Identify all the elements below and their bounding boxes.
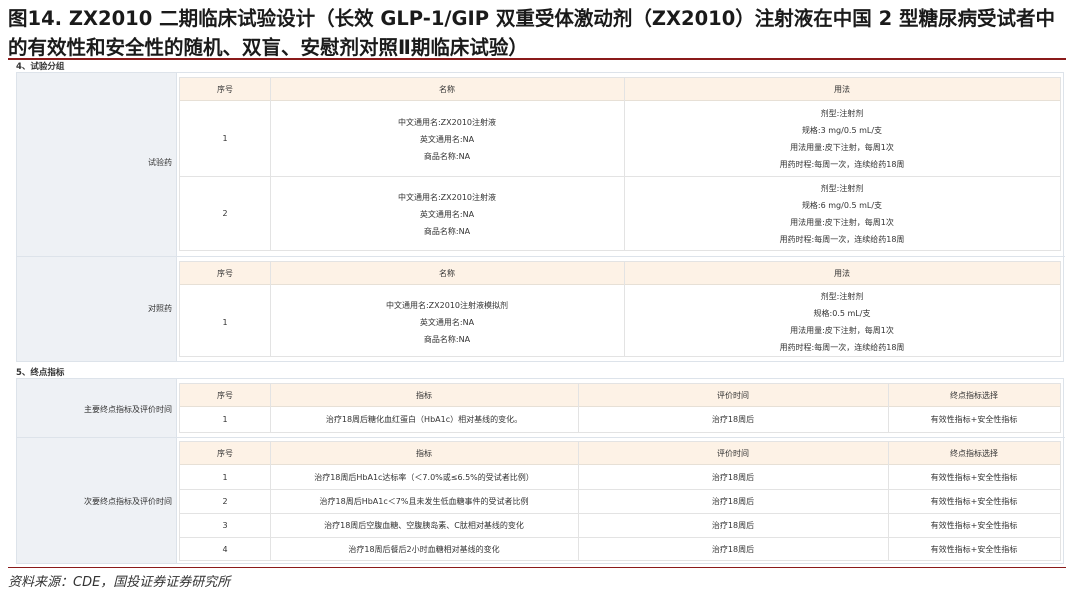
- header-usage: 用法: [834, 85, 850, 94]
- header-no: 序号: [217, 269, 233, 278]
- name-line: 商品名称:NA: [423, 227, 471, 236]
- usage-line: 用药时程:每周一次，连续给药18周: [779, 160, 905, 169]
- primary-endpoint-table: 序号 指标 评价时间 终点指标选择 1 治疗18周后糖化血红蛋白（HbA1c）相…: [179, 383, 1061, 433]
- name-line: 商品名称:NA: [423, 335, 471, 344]
- row-indicator: 治疗18周后HbA1c达标率（＜7.0%或≤6.5%的受试者比例）: [314, 473, 534, 482]
- row-time: 治疗18周后: [711, 415, 755, 424]
- row-no: 2: [222, 497, 228, 506]
- row-choice: 有效性指标+安全性指标: [930, 521, 1018, 530]
- name-line: 中文通用名:ZX2010注射液: [397, 118, 496, 127]
- row-time: 治疗18周后: [711, 473, 755, 482]
- header-indicator: 指标: [416, 449, 432, 458]
- primary-endpoint-label: 主要终点指标及评价时间: [84, 405, 172, 414]
- header-name: 名称: [439, 269, 455, 278]
- name-line: 商品名称:NA: [423, 152, 471, 161]
- table-header: 序号 名称 用法: [180, 262, 1060, 285]
- endpoint-divider: [17, 437, 1065, 438]
- usage-line: 剂型:注射剂: [820, 292, 864, 301]
- row-no: 1: [222, 473, 228, 482]
- header-time: 评价时间: [717, 391, 749, 400]
- endpoints-left-column: 主要终点指标及评价时间 次要终点指标及评价时间: [17, 379, 177, 563]
- header-no: 序号: [217, 391, 233, 400]
- row-no: 3: [222, 521, 228, 530]
- control-drug-label: 对照药: [148, 304, 172, 313]
- row-indicator: 治疗18周后空腹血糖、空腹胰岛素、C肽相对基线的变化: [324, 521, 524, 530]
- footer-rule: [8, 567, 1066, 568]
- header-indicator: 指标: [416, 391, 432, 400]
- row-no: 1: [222, 415, 228, 424]
- table-header: 序号 指标 评价时间 终点指标选择: [180, 384, 1060, 407]
- table-header: 序号 指标 评价时间 终点指标选择: [180, 442, 1060, 465]
- test-drug-label: 试验药: [148, 158, 172, 167]
- usage-line: 规格:6 mg/0.5 mL/支: [801, 201, 883, 210]
- secondary-endpoint-table: 序号 指标 评价时间 终点指标选择 1 治疗18周后HbA1c达标率（＜7.0%…: [179, 441, 1061, 561]
- usage-line: 用药时程:每周一次，连续给药18周: [779, 235, 905, 244]
- header-name: 名称: [439, 85, 455, 94]
- row-no: 1: [222, 134, 228, 143]
- groups-left-column: 试验药 对照药: [17, 73, 177, 361]
- row-choice: 有效性指标+安全性指标: [930, 415, 1018, 424]
- row-choice: 有效性指标+安全性指标: [930, 497, 1018, 506]
- group-divider: [17, 256, 1065, 257]
- header-no: 序号: [217, 85, 233, 94]
- usage-line: 用法用量:皮下注射，每周1次: [790, 326, 894, 335]
- name-line: 中文通用名:ZX2010注射液模拟剂: [385, 301, 508, 310]
- source-note: 资料来源：CDE，国投证券证券研究所: [8, 575, 231, 590]
- row-indicator: 治疗18周后餐后2小时血糖相对基线的变化: [348, 545, 500, 554]
- section-label-groups: 4、试验分组: [16, 62, 65, 72]
- endpoints-block: 主要终点指标及评价时间 次要终点指标及评价时间 序号 指标 评价时间 终点指标选…: [16, 378, 1065, 564]
- usage-line: 用药时程:每周一次，连续给药18周: [779, 343, 905, 352]
- row-time: 治疗18周后: [711, 521, 755, 530]
- header-no: 序号: [217, 449, 233, 458]
- name-line: 英文通用名:NA: [419, 318, 475, 327]
- row-indicator: 治疗18周后糖化血红蛋白（HbA1c）相对基线的变化。: [325, 415, 523, 424]
- test-drug-table: 序号 名称 用法 1 中文通用名:ZX2010注射液 英文通用名:NA 商品名称…: [179, 77, 1061, 251]
- row-no: 2: [222, 209, 228, 218]
- usage-line: 用法用量:皮下注射，每周1次: [790, 143, 894, 152]
- control-drug-table: 序号 名称 用法 1 中文通用名:ZX2010注射液模拟剂 英文通用名:NA 商…: [179, 261, 1061, 357]
- row-no: 1: [222, 318, 228, 327]
- row-choice: 有效性指标+安全性指标: [930, 473, 1018, 482]
- figure-title: 图14. ZX2010 二期临床试验设计（长效 GLP-1/GIP 双重受体激动…: [8, 7, 1055, 59]
- usage-line: 剂型:注射剂: [820, 184, 864, 193]
- title-rule: [8, 58, 1066, 60]
- table-header: 序号 名称 用法: [180, 78, 1060, 101]
- row-no: 4: [222, 545, 228, 554]
- usage-line: 规格:0.5 mL/支: [813, 309, 871, 318]
- row-choice: 有效性指标+安全性指标: [930, 545, 1018, 554]
- usage-line: 剂型:注射剂: [820, 109, 864, 118]
- header-choice: 终点指标选择: [950, 449, 998, 458]
- name-line: 英文通用名:NA: [419, 210, 475, 219]
- secondary-endpoint-label: 次要终点指标及评价时间: [84, 497, 172, 506]
- groups-block: 试验药 对照药 序号 名称 用法 1 中文通用名:ZX2010注射液 英文通用名…: [16, 72, 1065, 362]
- header-usage: 用法: [834, 269, 850, 278]
- usage-line: 用法用量:皮下注射，每周1次: [790, 218, 894, 227]
- name-line: 英文通用名:NA: [419, 135, 475, 144]
- header-choice: 终点指标选择: [950, 391, 998, 400]
- row-time: 治疗18周后: [711, 497, 755, 506]
- header-time: 评价时间: [717, 449, 749, 458]
- row-time: 治疗18周后: [711, 545, 755, 554]
- name-line: 中文通用名:ZX2010注射液: [397, 193, 496, 202]
- row-indicator: 治疗18周后HbA1c＜7%且未发生低血糖事件的受试者比例: [319, 497, 529, 506]
- usage-line: 规格:3 mg/0.5 mL/支: [801, 126, 883, 135]
- section-label-endpoints: 5、终点指标: [16, 368, 65, 378]
